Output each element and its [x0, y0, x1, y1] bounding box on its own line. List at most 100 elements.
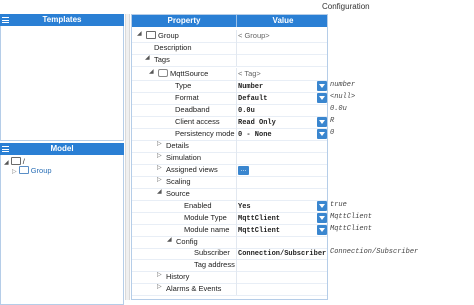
cell-divider [236, 212, 237, 224]
property-value[interactable]: Number [238, 80, 328, 92]
property-row[interactable]: ◢ Tags [132, 54, 327, 67]
collapse-arrow-icon[interactable]: ◢ [4, 160, 9, 166]
property-value[interactable]: 0.0u [238, 104, 328, 116]
property-value[interactable] [238, 42, 328, 54]
property-label-text: Type [175, 81, 192, 90]
expand-arrow-icon[interactable]: ▷ [157, 152, 162, 159]
property-value[interactable]: 0 - None [238, 128, 328, 140]
templates-panel-body [0, 26, 124, 141]
property-value[interactable] [238, 54, 328, 66]
collapse-arrow-icon[interactable]: ◢ [149, 68, 154, 75]
value-hint: MqttClient [330, 213, 373, 221]
property-value[interactable]: Yes [238, 200, 328, 212]
property-value-text: < Tag> [238, 69, 261, 78]
property-value[interactable]: ... [238, 164, 328, 176]
panel-splitter[interactable] [125, 14, 130, 300]
expand-arrow-icon[interactable]: ▷ [157, 176, 162, 183]
templates-panel-title: Templates [42, 15, 82, 24]
property-label: Deadband [175, 104, 236, 116]
cell-divider [236, 283, 237, 295]
property-value-text: < Group> [238, 31, 270, 40]
property-label: Persistency mode [175, 128, 236, 140]
value-hint: R [330, 117, 335, 125]
expand-arrow-icon[interactable]: ▷ [157, 283, 162, 290]
expand-arrow-icon[interactable]: ▷ [157, 140, 162, 147]
property-value-text: MqttClient [238, 227, 281, 235]
dropdown-button[interactable] [317, 117, 327, 127]
column-header-value[interactable]: Value [237, 15, 329, 27]
cell-divider [236, 224, 237, 236]
value-hint: Connection/Subscriber [330, 248, 419, 256]
cell-divider [236, 164, 237, 176]
property-value[interactable]: MqttClient [238, 224, 328, 236]
property-value-text: MqttClient [238, 215, 281, 223]
column-header-property[interactable]: Property [132, 15, 236, 27]
collapse-arrow-icon[interactable]: ◢ [167, 236, 172, 243]
property-label: Tag address [194, 259, 236, 271]
model-panel-header: Model [0, 143, 124, 155]
tag-icon [158, 69, 168, 77]
cell-divider [236, 247, 237, 259]
property-value[interactable]: MqttClient [238, 212, 328, 224]
property-label-text: Tag address [194, 260, 235, 269]
expand-arrow-icon[interactable]: ▷ [157, 271, 162, 278]
tree-node-group[interactable]: ▷ Group [4, 166, 120, 175]
property-value[interactable]: < Group> [238, 30, 328, 42]
property-label: Description [154, 42, 236, 54]
property-value[interactable]: Read Only [238, 116, 328, 128]
menu-icon[interactable] [2, 146, 9, 152]
menu-icon[interactable] [2, 17, 9, 23]
property-value[interactable] [238, 152, 328, 164]
collapse-arrow-icon[interactable]: ◢ [137, 30, 142, 37]
value-hint: <null> [330, 93, 356, 101]
ellipsis-button[interactable]: ... [238, 165, 249, 175]
expand-arrow-icon[interactable]: ▷ [12, 169, 17, 175]
collapse-arrow-icon[interactable]: ◢ [157, 188, 162, 195]
cell-divider [236, 80, 237, 92]
property-label: Details [166, 140, 236, 152]
property-row[interactable]: ▷ Alarms & Events [132, 283, 327, 296]
property-value[interactable] [238, 188, 328, 200]
property-value[interactable] [238, 283, 328, 295]
property-label: Simulation [166, 152, 236, 164]
dropdown-button[interactable] [317, 225, 327, 235]
property-label-text: Simulation [166, 153, 202, 162]
property-value-text: Number [238, 83, 264, 91]
tree-node-root[interactable]: ◢ / [4, 157, 120, 166]
property-label-text: Source [166, 189, 190, 198]
dropdown-button[interactable] [317, 201, 327, 211]
dropdown-button[interactable] [317, 129, 327, 139]
dropdown-button[interactable] [317, 93, 327, 103]
property-label-text: History [166, 272, 190, 281]
templates-panel: Templates [0, 14, 124, 141]
property-label-text: Scaling [166, 177, 191, 186]
property-label-text: Enabled [184, 201, 212, 210]
property-value[interactable] [238, 271, 328, 283]
property-grid: Property Value ◢ Group < Group> Description… [131, 14, 328, 300]
collapse-arrow-icon[interactable]: ◢ [145, 54, 150, 61]
top-bar: Configuration [0, 0, 474, 14]
property-label: Module Type [184, 212, 236, 224]
cell-divider [236, 54, 237, 66]
dropdown-button[interactable] [317, 213, 327, 223]
model-tree: ◢ / ▷ Group [0, 155, 124, 305]
property-label: MqttSource [158, 68, 236, 80]
folder-icon [18, 166, 29, 174]
property-label-text: Format [175, 93, 199, 102]
property-value[interactable] [238, 140, 328, 152]
property-value[interactable] [238, 259, 328, 271]
property-value[interactable]: < Tag> [238, 68, 328, 80]
property-value-text: 0 - None [238, 131, 272, 139]
property-label: Format [175, 92, 236, 104]
property-value[interactable] [238, 176, 328, 188]
property-label-text: Client access [175, 117, 220, 126]
cell-divider [236, 68, 237, 80]
property-value[interactable]: Default [238, 92, 328, 104]
property-label-text: Alarms & Events [166, 284, 222, 293]
cell-divider [236, 92, 237, 104]
value-hint: MqttClient [330, 225, 373, 233]
property-label-text: Assigned views [166, 165, 218, 174]
property-value[interactable]: Connection/Subscriber [238, 247, 328, 259]
dropdown-button[interactable] [317, 81, 327, 91]
expand-arrow-icon[interactable]: ▷ [157, 164, 162, 171]
